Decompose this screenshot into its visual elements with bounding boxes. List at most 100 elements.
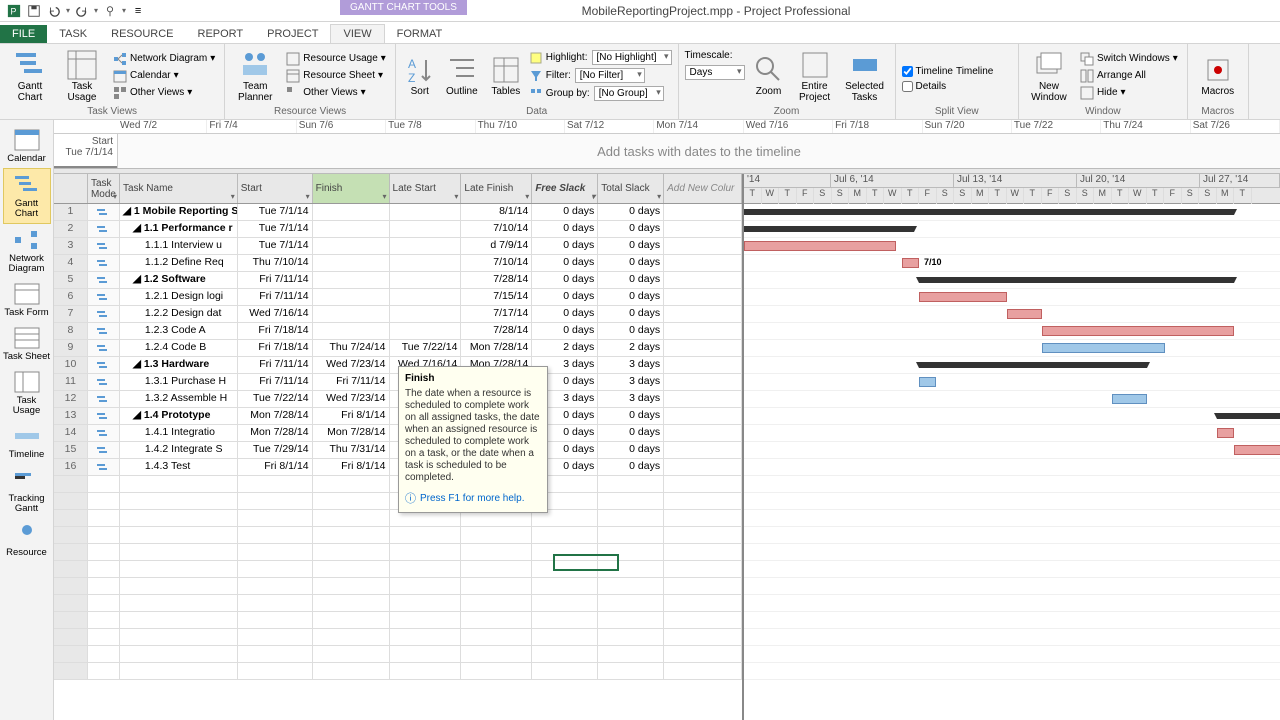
switch-windows-button[interactable]: Switch Windows ▾ bbox=[1077, 51, 1181, 67]
table-row[interactable]: 6 1.2.1 Design logi Fri 7/11/14 7/15/14 … bbox=[54, 289, 742, 306]
nav-taskusage[interactable]: Task Usage bbox=[3, 366, 51, 420]
sort-button[interactable]: AZSort bbox=[402, 46, 438, 105]
svg-text:A: A bbox=[408, 57, 416, 71]
gantt-chart-button[interactable]: Gantt Chart bbox=[6, 46, 54, 105]
gantt-bar[interactable] bbox=[919, 277, 1234, 283]
hide-button[interactable]: Hide ▾ bbox=[1077, 85, 1181, 101]
timeline-date: Wed 7/2 bbox=[118, 120, 207, 133]
gantt-day: T bbox=[989, 188, 1007, 204]
highlight-dropdown[interactable]: [No Highlight] bbox=[592, 50, 672, 65]
gantt-row bbox=[744, 663, 1280, 680]
tooltip-help-link[interactable]: Press F1 for more help. bbox=[405, 490, 541, 506]
table-row[interactable]: 3 1.1.1 Interview u Tue 7/1/14 d 7/9/14 … bbox=[54, 238, 742, 255]
project-icon[interactable]: P bbox=[6, 3, 22, 19]
table-row-empty[interactable] bbox=[54, 612, 742, 629]
macros-button[interactable]: Macros bbox=[1194, 46, 1242, 105]
tab-resource[interactable]: RESOURCE bbox=[99, 25, 185, 43]
gantt-bar[interactable] bbox=[744, 241, 896, 251]
gantt-bar[interactable] bbox=[1112, 394, 1147, 404]
col-task-mode[interactable]: Task Mode▾ bbox=[88, 174, 120, 203]
arrange-all-button[interactable]: Arrange All bbox=[1077, 68, 1181, 84]
nav-gantt[interactable]: Gantt Chart bbox=[3, 168, 51, 224]
table-row[interactable]: 8 1.2.3 Code A Fri 7/18/14 7/28/14 0 day… bbox=[54, 323, 742, 340]
tables-button[interactable]: Tables bbox=[486, 46, 526, 105]
col-late-start[interactable]: Late Start▾ bbox=[390, 174, 462, 203]
zoom-button[interactable]: Zoom bbox=[749, 46, 789, 105]
timeline-view-dropdown[interactable]: Timeline bbox=[956, 66, 1012, 77]
nav-tasksheet[interactable]: Task Sheet bbox=[3, 322, 51, 366]
col-start[interactable]: Start▾ bbox=[238, 174, 313, 203]
timeline-placeholder[interactable]: Add tasks with dates to the timeline bbox=[118, 134, 1280, 168]
nav-timeline[interactable]: Timeline bbox=[3, 420, 51, 464]
save-icon[interactable] bbox=[26, 3, 42, 19]
outline-button[interactable]: Outline bbox=[442, 46, 482, 105]
col-total-slack[interactable]: Total Slack▾ bbox=[598, 174, 664, 203]
gantt-bar[interactable] bbox=[919, 362, 1147, 368]
table-row-empty[interactable] bbox=[54, 663, 742, 680]
gantt-bar[interactable] bbox=[744, 209, 1234, 215]
gantt-bar[interactable] bbox=[1234, 445, 1280, 455]
other-resource-views-button[interactable]: Other Views ▾ bbox=[283, 85, 389, 101]
col-late-finish[interactable]: Late Finish▾ bbox=[461, 174, 532, 203]
col-rownum[interactable] bbox=[54, 174, 88, 203]
groupby-dropdown[interactable]: [No Group] bbox=[594, 86, 664, 101]
gantt-bar[interactable] bbox=[1217, 428, 1234, 438]
filter-dropdown[interactable]: [No Filter] bbox=[575, 68, 645, 83]
gantt-bar[interactable] bbox=[1042, 326, 1234, 336]
gantt-bar[interactable] bbox=[902, 258, 919, 268]
table-row[interactable]: 7 1.2.2 Design dat Wed 7/16/14 7/17/14 0… bbox=[54, 306, 742, 323]
tab-file[interactable]: FILE bbox=[0, 25, 47, 43]
entire-project-button[interactable]: Entire Project bbox=[793, 46, 837, 105]
gantt-bar[interactable] bbox=[1042, 343, 1165, 353]
timescale-dropdown[interactable]: Days bbox=[685, 65, 745, 80]
gantt-bar[interactable] bbox=[1217, 413, 1280, 419]
table-row[interactable]: 5 ◢ 1.2 Software Fri 7/11/14 7/28/14 0 d… bbox=[54, 272, 742, 289]
nav-calendar[interactable]: Calendar bbox=[3, 124, 51, 168]
nav-taskform[interactable]: Task Form bbox=[3, 278, 51, 322]
new-window-button[interactable]: New Window bbox=[1025, 46, 1073, 105]
gantt-bar[interactable] bbox=[919, 377, 936, 387]
table-row[interactable]: 4 1.1.2 Define Req Thu 7/10/14 7/10/14 0… bbox=[54, 255, 742, 272]
tab-format[interactable]: FORMAT bbox=[385, 25, 455, 43]
table-row-empty[interactable] bbox=[54, 544, 742, 561]
table-row[interactable]: 1 ◢ 1 Mobile Reporting S Tue 7/1/14 8/1/… bbox=[54, 204, 742, 221]
tab-task[interactable]: TASK bbox=[47, 25, 99, 43]
table-row-empty[interactable] bbox=[54, 561, 742, 578]
table-row-empty[interactable] bbox=[54, 646, 742, 663]
finish-tooltip: Finish The date when a resource is sched… bbox=[398, 366, 548, 513]
col-add-new[interactable]: Add New Colur bbox=[664, 174, 742, 203]
calendar-button[interactable]: Calendar ▾ bbox=[110, 68, 218, 84]
tab-project[interactable]: PROJECT bbox=[255, 25, 330, 43]
gantt-day: W bbox=[1129, 188, 1147, 204]
undo-icon[interactable] bbox=[46, 3, 62, 19]
table-row[interactable]: 9 1.2.4 Code B Fri 7/18/14 Thu 7/24/14 T… bbox=[54, 340, 742, 357]
table-row-empty[interactable] bbox=[54, 629, 742, 646]
gantt-bar[interactable] bbox=[1007, 309, 1042, 319]
nav-network[interactable]: Network Diagram bbox=[3, 224, 51, 278]
table-row[interactable]: 2 ◢ 1.1 Performance r Tue 7/1/14 7/10/14… bbox=[54, 221, 742, 238]
tab-view[interactable]: VIEW bbox=[330, 24, 384, 43]
touch-icon[interactable] bbox=[102, 3, 118, 19]
tab-report[interactable]: REPORT bbox=[186, 25, 256, 43]
team-planner-button[interactable]: Team Planner bbox=[231, 46, 279, 105]
other-views-button[interactable]: Other Views ▾ bbox=[110, 85, 218, 101]
timeline-checkbox[interactable] bbox=[902, 66, 913, 77]
col-free-slack[interactable]: Free Slack▾ bbox=[532, 174, 598, 203]
network-diagram-button[interactable]: Network Diagram ▾ bbox=[110, 51, 218, 67]
nav-tracking[interactable]: Tracking Gantt bbox=[3, 464, 51, 518]
gantt-bar[interactable] bbox=[919, 292, 1007, 302]
redo-icon[interactable] bbox=[74, 3, 90, 19]
selected-tasks-button[interactable]: Selected Tasks bbox=[841, 46, 889, 105]
col-finish[interactable]: Finish▾ bbox=[313, 174, 390, 203]
qat-customize-icon[interactable]: ≡ bbox=[130, 3, 146, 19]
table-row-empty[interactable] bbox=[54, 578, 742, 595]
gantt-bar[interactable] bbox=[744, 226, 914, 232]
table-row-empty[interactable] bbox=[54, 595, 742, 612]
nav-resource[interactable]: Resource bbox=[3, 518, 51, 562]
resource-sheet-button[interactable]: Resource Sheet ▾ bbox=[283, 68, 389, 84]
col-task-name[interactable]: Task Name▾ bbox=[120, 174, 238, 203]
task-usage-button[interactable]: Task Usage bbox=[58, 46, 106, 105]
details-checkbox[interactable] bbox=[902, 81, 913, 92]
table-row-empty[interactable] bbox=[54, 527, 742, 544]
resource-usage-button[interactable]: Resource Usage ▾ bbox=[283, 51, 389, 67]
